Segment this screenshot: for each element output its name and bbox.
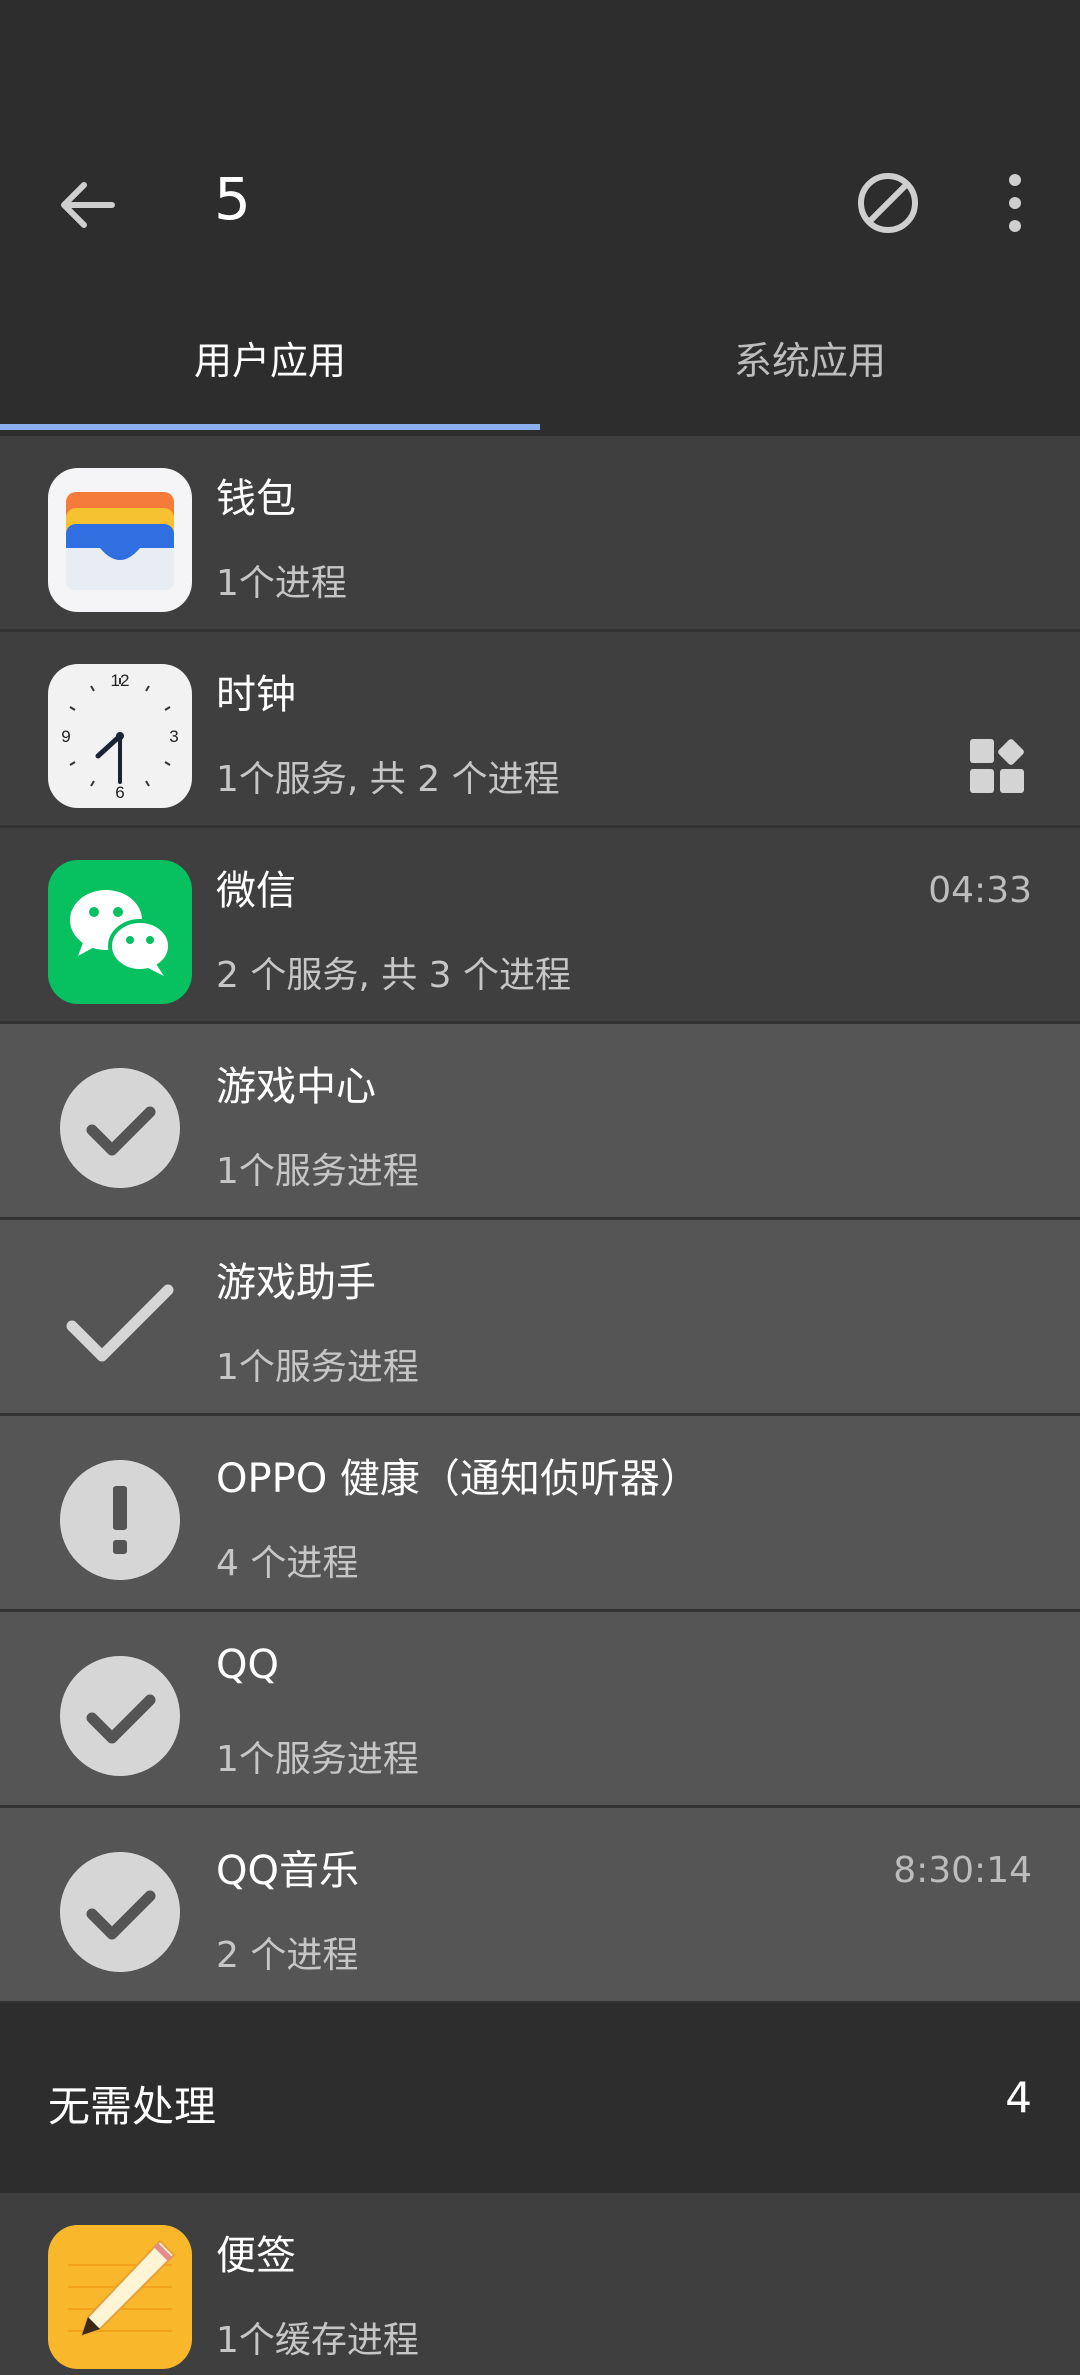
run-time: 8:30:14 — [893, 1850, 1032, 1891]
page-title: 5 — [214, 165, 251, 233]
app-detail: 1个服务进程 — [216, 1347, 419, 1388]
section-label: 无需处理 — [48, 2082, 217, 2131]
run-time: 04:33 — [928, 870, 1032, 911]
list-item-notes[interactable]: 便签 1个缓存进程 — [0, 2193, 1080, 2375]
app-name: 时钟 — [216, 672, 296, 718]
list-item-game-assistant[interactable]: 游戏助手 1个服务进程 — [0, 1220, 1080, 1416]
section-count: 4 — [1005, 2073, 1032, 2122]
clock-app-icon: 12 3 6 9 — [48, 664, 192, 808]
notes-app-icon — [48, 2225, 192, 2369]
tab-system-apps[interactable]: 系统应用 — [540, 330, 1080, 385]
app-detail: 1个缓存进程 — [216, 2320, 419, 2361]
app-detail: 2 个服务, 共 3 个进程 — [216, 955, 572, 996]
clock-numeral-9: 9 — [61, 727, 70, 746]
clock-numeral-3: 3 — [169, 727, 178, 746]
block-icon[interactable] — [855, 170, 921, 236]
list-item-clock[interactable]: 12 3 6 9 时钟 1个服务, 共 2 个进程 — [0, 632, 1080, 828]
check-circle-icon — [60, 1068, 180, 1188]
app-detail: 4 个进程 — [216, 1543, 359, 1584]
check-icon — [66, 1284, 174, 1362]
app-detail: 2 个进程 — [216, 1935, 359, 1976]
clock-numeral-6: 6 — [115, 783, 124, 802]
more-options-icon[interactable] — [995, 170, 1035, 236]
wallet-app-icon — [48, 468, 192, 612]
list-item-wechat[interactable]: 微信 2 个服务, 共 3 个进程 04:33 — [0, 828, 1080, 1024]
app-detail: 1个服务进程 — [216, 1151, 419, 1192]
app-name: 便签 — [216, 2233, 296, 2279]
list-item-wallet[interactable]: 钱包 1个进程 — [0, 436, 1080, 632]
app-name: QQ — [216, 1642, 279, 1688]
list-item-qq-music[interactable]: QQ音乐 2 个进程 8:30:14 — [0, 1808, 1080, 2004]
tab-user-apps[interactable]: 用户应用 — [0, 330, 540, 385]
tab-indicator — [0, 424, 540, 430]
check-circle-icon — [60, 1656, 180, 1776]
list-item-oppo-health[interactable]: OPPO 健康（通知侦听器） 4 个进程 — [0, 1416, 1080, 1612]
app-name: QQ音乐 — [216, 1848, 359, 1894]
app-name: OPPO 健康（通知侦听器） — [216, 1456, 700, 1502]
app-name: 微信 — [216, 868, 296, 914]
back-arrow-icon[interactable] — [52, 170, 122, 240]
section-header-no-action: 无需处理 4 — [0, 2003, 1080, 2193]
list-item-qq[interactable]: QQ 1个服务进程 — [0, 1612, 1080, 1808]
app-detail: 1个服务进程 — [216, 1739, 419, 1780]
app-detail: 1个服务, 共 2 个进程 — [216, 759, 560, 800]
warning-circle-icon — [60, 1460, 180, 1580]
app-name: 游戏助手 — [216, 1260, 376, 1306]
app-list: 钱包 1个进程 12 3 6 9 时钟 1个服务, 共 2 个进程 微信 2 个… — [0, 436, 1080, 2004]
app-bar: 5 用户应用 系统应用 — [0, 0, 1080, 430]
app-name: 钱包 — [216, 476, 296, 522]
app-name: 游戏中心 — [216, 1064, 376, 1110]
widget-icon — [970, 739, 1024, 793]
check-circle-icon — [60, 1852, 180, 1972]
list-item-game-center[interactable]: 游戏中心 1个服务进程 — [0, 1024, 1080, 1220]
wechat-app-icon — [48, 860, 192, 1004]
clock-numeral-12: 12 — [111, 671, 130, 690]
app-detail: 1个进程 — [216, 563, 347, 604]
